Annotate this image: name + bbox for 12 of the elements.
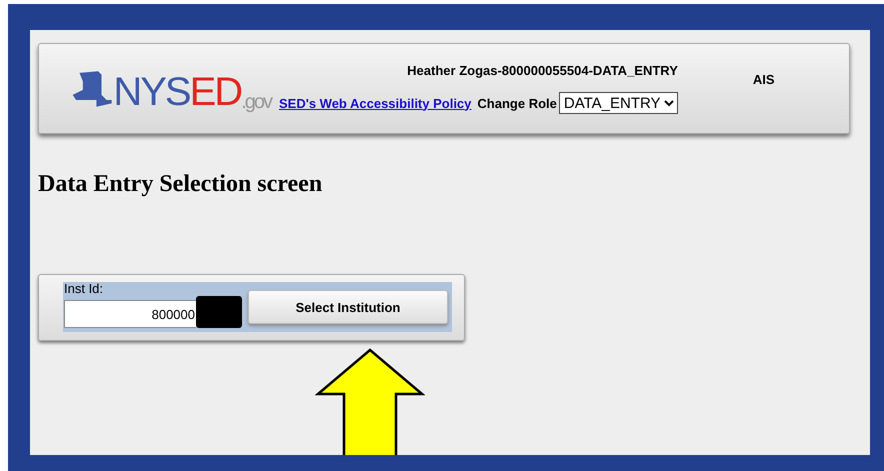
logo-text: ED — [190, 72, 242, 112]
user-name: Heather Zogas-800000055504-DATA_ENTRY — [407, 63, 678, 78]
role-label: Change Role — [477, 96, 557, 110]
page-title: Data Entry Selection screen — [38, 171, 324, 198]
logo-suffix: .gov — [241, 92, 271, 112]
accessibility-link[interactable]: SED's Web Accessibility Policy — [279, 96, 472, 110]
app-code: AIS — [752, 72, 775, 87]
role-select[interactable]: DATA_ENTRY — [558, 92, 678, 114]
inst-id-field[interactable]: 800000 — [64, 300, 196, 328]
logo-text: NYS — [113, 72, 190, 112]
field-label: Inst Id: — [64, 281, 104, 296]
select-institution-button[interactable]: Select Institution — [248, 290, 448, 324]
